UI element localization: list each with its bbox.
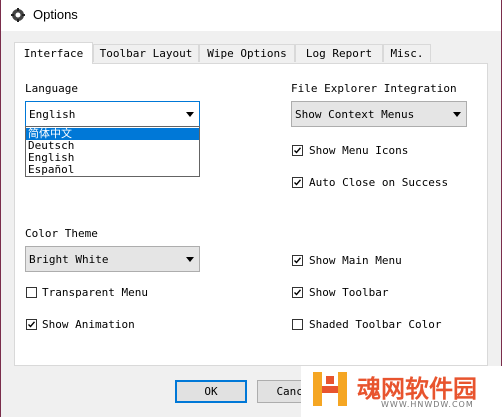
auto-close-label[interactable]: Auto Close on Success xyxy=(309,176,448,189)
checkmark-icon xyxy=(294,289,302,296)
checkmark-icon xyxy=(294,147,302,154)
tab-toolbar-layout[interactable]: Toolbar Layout xyxy=(93,44,199,62)
show-toolbar-checkbox[interactable] xyxy=(292,287,303,298)
file-explorer-select[interactable]: Show Context Menus xyxy=(291,101,467,127)
tab-log-report[interactable]: Log Report xyxy=(295,44,383,62)
tab-wipe-options[interactable]: Wipe Options xyxy=(199,44,295,62)
show-animation-checkbox[interactable] xyxy=(26,319,37,330)
transparent-menu-checkbox[interactable] xyxy=(26,287,37,298)
auto-close-checkbox[interactable] xyxy=(292,177,303,188)
show-toolbar-label[interactable]: Show Toolbar xyxy=(309,286,388,299)
options-window: Options Interface Toolbar Layout Wipe Op… xyxy=(0,0,502,417)
show-main-menu-checkbox[interactable] xyxy=(292,255,303,266)
show-main-menu-label[interactable]: Show Main Menu xyxy=(309,254,402,267)
shaded-toolbar-label[interactable]: Shaded Toolbar Color xyxy=(309,318,441,331)
tab-misc[interactable]: Misc. xyxy=(383,44,431,62)
checkmark-icon xyxy=(294,257,302,264)
title-bar[interactable]: Options xyxy=(1,0,501,31)
checkmark-icon xyxy=(294,179,302,186)
tab-label: Interface xyxy=(23,47,84,60)
tab-label: Toolbar Layout xyxy=(99,47,193,60)
gear-icon xyxy=(11,8,25,22)
tab-label: Misc. xyxy=(390,47,424,60)
file-explorer-value: Show Context Menus xyxy=(295,108,415,121)
checkmark-icon xyxy=(28,321,36,328)
language-label: Language xyxy=(25,82,78,95)
show-menu-icons-label[interactable]: Show Menu Icons xyxy=(309,144,408,157)
tab-interface[interactable]: Interface xyxy=(14,42,93,64)
color-theme-label: Color Theme xyxy=(25,227,98,240)
shaded-toolbar-checkbox[interactable] xyxy=(292,319,303,330)
transparent-menu-label[interactable]: Transparent Menu xyxy=(42,286,148,299)
color-theme-select[interactable]: Bright White xyxy=(25,246,200,272)
show-animation-label[interactable]: Show Animation xyxy=(42,318,135,331)
file-explorer-label: File Explorer Integration xyxy=(291,82,457,95)
language-dropdown-list: 简体中文 Deutsch English Español xyxy=(25,126,200,177)
watermark-url: WWW.HNWDW.COM xyxy=(381,400,474,409)
language-option-espanol[interactable]: Español xyxy=(26,164,199,176)
language-value: English xyxy=(29,108,76,121)
window-title: Options xyxy=(33,7,78,22)
show-menu-icons-checkbox[interactable] xyxy=(292,145,303,156)
h-logo-icon xyxy=(313,372,347,406)
chevron-down-icon[interactable] xyxy=(453,112,461,117)
chevron-down-icon[interactable] xyxy=(186,257,194,262)
ok-button[interactable]: OK xyxy=(175,380,247,403)
chevron-down-icon[interactable] xyxy=(186,112,194,117)
tab-label: Log Report xyxy=(305,47,373,60)
watermark-text: 魂网软件园 xyxy=(357,375,477,403)
color-theme-value: Bright White xyxy=(29,253,109,266)
language-select[interactable]: English xyxy=(25,101,200,127)
watermark: 魂网软件园 WWW.HNWDW.COM xyxy=(301,366,502,417)
tab-label: Wipe Options xyxy=(207,47,287,60)
